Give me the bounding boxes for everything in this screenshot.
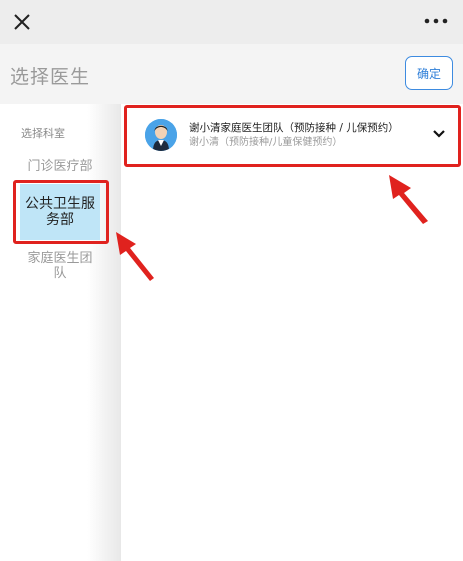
red-arrow-icon: [116, 232, 154, 281]
sidebar-item-label: 家庭医生团队: [27, 251, 93, 281]
top-bar: [0, 0, 463, 44]
confirm-button[interactable]: 确定: [405, 56, 453, 90]
sidebar-item-family-doctor[interactable]: 家庭医生团队: [20, 251, 100, 281]
highlight-box-doctor: [124, 105, 461, 167]
highlight-box-sidebar: [13, 180, 109, 244]
more-dots-icon: [424, 18, 448, 24]
sidebar-header: 选择科室: [21, 127, 65, 140]
close-button[interactable]: [8, 8, 36, 36]
title-bar: 选择医生: [0, 44, 463, 104]
more-button[interactable]: [423, 12, 449, 30]
department-sidebar: 选择科室 门诊医疗部 公共卫生服务部 家庭医生团队: [0, 104, 121, 561]
close-icon: [14, 14, 30, 30]
page-title: 选择医生: [10, 66, 91, 88]
red-arrow-icon: [389, 175, 428, 224]
sidebar-item-outpatient[interactable]: 门诊医疗部: [20, 159, 100, 174]
